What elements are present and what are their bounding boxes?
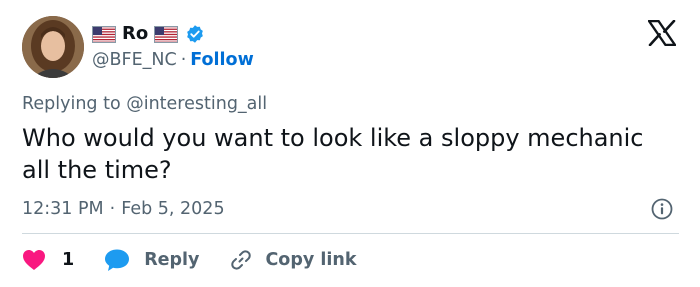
tweet-date: Feb 5, 2025 <box>121 199 225 219</box>
display-name[interactable]: Ro <box>122 22 148 46</box>
heart-icon <box>23 250 45 270</box>
like-button[interactable]: 1 <box>22 248 74 272</box>
author-handle[interactable]: @BFE_NC <box>92 50 177 70</box>
info-icon[interactable] <box>651 198 673 220</box>
like-count: 1 <box>62 250 75 270</box>
avatar[interactable] <box>22 16 84 78</box>
us-flag-icon <box>154 25 179 43</box>
tweet-time: 12:31 PM <box>22 199 104 219</box>
copy-link-button[interactable]: Copy link <box>229 248 356 272</box>
author-name-row: Ro <box>92 21 205 47</box>
x-logo-icon[interactable] <box>648 20 676 46</box>
follow-button[interactable]: Follow <box>190 50 253 70</box>
tweet-card: Ro @BFE_NC · Follow Replying to @interesti… <box>0 0 700 287</box>
reply-label: Reply <box>144 250 200 270</box>
verified-badge-icon <box>187 25 204 43</box>
speech-bubble-icon <box>105 249 130 271</box>
author-handle-row: @BFE_NC · Follow <box>92 48 254 72</box>
copy-link-label: Copy link <box>265 250 357 270</box>
timestamp-separator: · <box>109 199 116 219</box>
handle-separator: · <box>180 50 187 70</box>
link-icon <box>231 250 252 270</box>
divider <box>22 233 679 234</box>
tweet-timestamp[interactable]: 12:31 PM · Feb 5, 2025 <box>22 197 225 221</box>
us-flag-icon <box>92 25 116 43</box>
reply-button[interactable]: Reply <box>104 248 199 272</box>
action-bar: 1 Reply Copy link <box>22 247 356 273</box>
replying-to: Replying to @interesting_all <box>22 94 268 114</box>
tweet-text: Who would you want to look like a sloppy… <box>22 124 644 184</box>
